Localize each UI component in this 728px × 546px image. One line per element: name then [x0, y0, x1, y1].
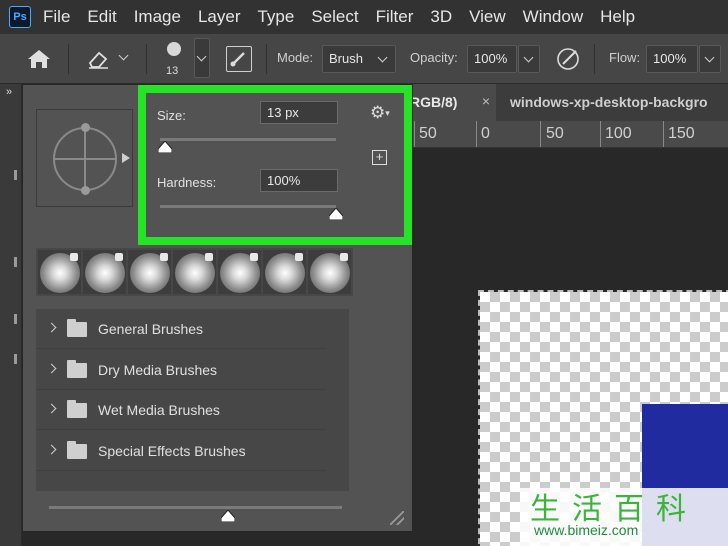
brush-preset-picker-button[interactable]: [194, 38, 210, 78]
menu-window[interactable]: Window: [523, 7, 583, 27]
watermark-url: www.bimeiz.com: [534, 522, 639, 538]
folder-icon: [67, 319, 87, 337]
menu-view[interactable]: View: [469, 7, 506, 27]
brush-tip-preview-icon[interactable]: [167, 42, 181, 56]
collapse-panels-icon[interactable]: »: [6, 86, 12, 98]
hardness-slider-thumb[interactable]: [329, 208, 343, 220]
flow-dropdown-button[interactable]: [699, 45, 721, 73]
folder-icon: [67, 360, 87, 378]
folder-icon: [67, 441, 87, 459]
mode-select[interactable]: Brush: [322, 45, 396, 73]
flow-value: 100%: [653, 51, 687, 66]
options-bar: 13 Mode: Brush Opacity: 100% Flow: 100%: [0, 34, 728, 84]
menu-filter[interactable]: Filter: [376, 7, 414, 27]
brush-preset-picker-panel: Size: 13 px ⚙▾ + Hardness: 100% General …: [22, 84, 413, 532]
flow-field[interactable]: 100%: [646, 45, 698, 73]
preview-size-slider-track[interactable]: [49, 506, 342, 509]
menu-select[interactable]: Select: [311, 7, 358, 27]
tools-panel-strip: »: [0, 84, 22, 546]
hardness-value: 100%: [267, 173, 301, 188]
chevron-right-icon[interactable]: [46, 363, 57, 374]
menu-help[interactable]: Help: [600, 7, 635, 27]
size-value: 13 px: [267, 105, 299, 120]
size-hardness-highlight: Size: 13 px ⚙▾ + Hardness: 100%: [138, 85, 412, 245]
ruler-tick-label: 50: [419, 125, 437, 142]
canvas-area[interactable]: 生活百科 www.bimeiz.com: [410, 148, 728, 546]
opacity-field[interactable]: 100%: [467, 45, 517, 73]
folder-name: General Brushes: [98, 321, 204, 337]
opacity-value: 100%: [474, 51, 508, 66]
flow-label: Flow:: [609, 50, 641, 65]
hardness-input[interactable]: 100%: [260, 169, 338, 192]
recent-brush-preset[interactable]: [38, 250, 81, 294]
menu-file[interactable]: File: [43, 7, 70, 27]
size-slider-thumb[interactable]: [158, 141, 173, 153]
tab-active-label: RGB/8): [410, 94, 458, 110]
photoshop-logo: Ps: [9, 6, 31, 28]
menu-edit[interactable]: Edit: [87, 7, 116, 27]
chevron-right-icon[interactable]: [46, 444, 57, 455]
folder-wet-media-brushes[interactable]: Wet Media Brushes: [36, 390, 326, 430]
eraser-tool-icon[interactable]: [86, 48, 112, 70]
preview-arrow-icon: [122, 153, 130, 163]
preview-size-slider-thumb[interactable]: [221, 510, 235, 522]
roundness-handle-icon[interactable]: [81, 123, 90, 132]
folder-name: Wet Media Brushes: [98, 402, 220, 418]
hardness-slider-track[interactable]: [160, 205, 336, 208]
recent-brush-preset[interactable]: [128, 250, 171, 294]
pressure-opacity-icon[interactable]: [555, 46, 581, 72]
gear-icon[interactable]: ⚙▾: [370, 103, 390, 123]
ruler-tick-label: 50: [546, 125, 564, 142]
recent-brush-preset[interactable]: [218, 250, 261, 294]
mode-label: Mode:: [277, 50, 314, 65]
size-slider-track[interactable]: [160, 138, 336, 141]
ruler-tick-label: 150: [668, 125, 695, 142]
hardness-label: Hardness:: [157, 175, 217, 190]
size-label: Size:: [157, 108, 186, 123]
horizontal-ruler: 50 0 50 100 150: [410, 121, 728, 148]
folder-dry-media-brushes[interactable]: Dry Media Brushes: [36, 350, 326, 390]
folder-name: Special Effects Brushes: [98, 443, 246, 459]
recent-brush-preset[interactable]: [263, 250, 306, 294]
recent-brush-preset[interactable]: [308, 250, 351, 294]
opacity-dropdown-button[interactable]: [518, 45, 540, 73]
resize-grip-icon[interactable]: [390, 511, 404, 525]
opacity-label: Opacity:: [410, 50, 458, 65]
roundness-handle-icon[interactable]: [81, 186, 90, 195]
folder-name: Dry Media Brushes: [98, 362, 218, 378]
recent-brushes-row: [36, 248, 353, 296]
brush-settings-toggle-icon[interactable]: [226, 46, 252, 72]
size-input[interactable]: 13 px: [260, 101, 338, 124]
folder-general-brushes[interactable]: General Brushes: [36, 309, 326, 349]
ruler-tick-label: 0: [481, 125, 490, 142]
ruler-tick-label: 100: [605, 125, 632, 142]
brush-size-readout: 13: [166, 65, 179, 77]
mode-value: Brush: [329, 51, 363, 66]
chevron-right-icon[interactable]: [46, 403, 57, 414]
brush-angle-preview[interactable]: [36, 109, 133, 207]
home-icon[interactable]: [26, 48, 52, 70]
tab-second-document[interactable]: windows-xp-desktop-backgro: [510, 94, 708, 110]
menu-type[interactable]: Type: [257, 7, 294, 27]
tool-preset-dropdown-icon[interactable]: [118, 50, 130, 64]
close-tab-icon[interactable]: ×: [482, 93, 490, 109]
menu-bar: Ps File Edit Image Layer Type Select Fil…: [0, 0, 728, 34]
brush-folder-list: General Brushes Dry Media Brushes Wet Me…: [36, 309, 349, 491]
menu-image[interactable]: Image: [134, 7, 181, 27]
tab-active-document[interactable]: RGB/8) ×: [410, 84, 496, 121]
document-tabs: RGB/8) × windows-xp-desktop-backgro: [410, 84, 728, 121]
menu-layer[interactable]: Layer: [198, 7, 241, 27]
chevron-right-icon[interactable]: [46, 322, 57, 333]
create-new-preset-icon[interactable]: +: [372, 150, 387, 165]
recent-brush-preset[interactable]: [173, 250, 216, 294]
folder-special-effects-brushes[interactable]: Special Effects Brushes: [36, 431, 326, 471]
recent-brush-preset[interactable]: [83, 250, 126, 294]
menu-3d[interactable]: 3D: [430, 7, 452, 27]
folder-icon: [67, 400, 87, 418]
